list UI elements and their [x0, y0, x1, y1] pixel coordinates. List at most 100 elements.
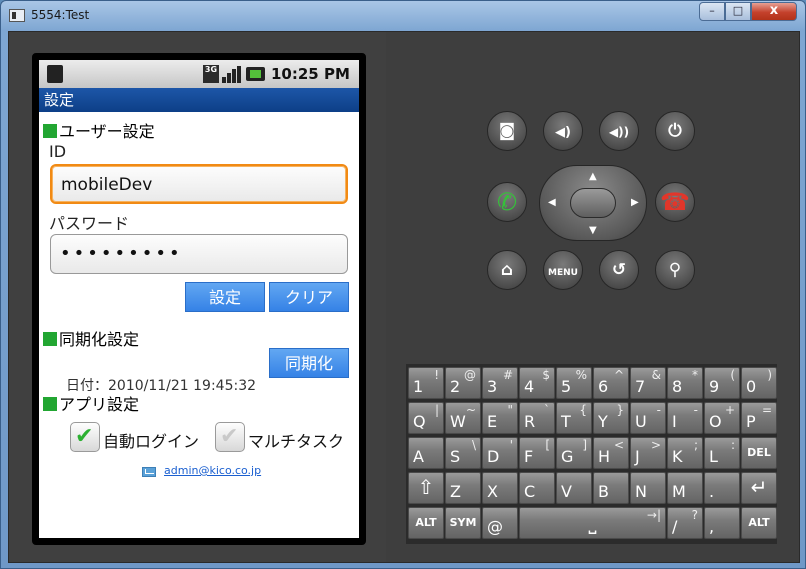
key-3-row2[interactable]: R `: [519, 402, 555, 434]
home-button[interactable]: ⌂: [487, 250, 527, 290]
key-2-row4[interactable]: X: [482, 472, 518, 504]
key-at[interactable]: @: [482, 507, 518, 539]
key-7-row2[interactable]: I-: [667, 402, 703, 434]
key-4-row1[interactable]: 5%: [556, 367, 592, 399]
key-8-row1[interactable]: 9(: [704, 367, 740, 399]
id-input[interactable]: mobileDev: [50, 164, 348, 204]
key-7-row4[interactable]: M: [667, 472, 703, 504]
key-4-row2[interactable]: T{: [556, 402, 592, 434]
key-8-row4[interactable]: .: [704, 472, 740, 504]
emulator-body: 3G 10:25 PM 設定 ユーザー設定 ID mobileDev パスワード: [8, 31, 800, 563]
key-4-row3[interactable]: G]: [556, 437, 592, 469]
status-time: 10:25 PM: [271, 65, 350, 83]
key-0-row2[interactable]: Q |: [408, 402, 444, 434]
volume-down-button[interactable]: ◀): [543, 111, 583, 151]
key-5-row2[interactable]: Y}: [593, 402, 629, 434]
key-9-row1[interactable]: 0): [741, 367, 777, 399]
dpad-up-icon[interactable]: ▲: [589, 171, 597, 182]
key-6-row2[interactable]: U-: [630, 402, 666, 434]
key-9-row4[interactable]: ↵: [741, 472, 777, 504]
green-square-icon: [43, 332, 57, 346]
key-comma[interactable]: ,: [704, 507, 740, 539]
app-settings-heading: アプリ設定: [43, 391, 139, 415]
dpad-center-button[interactable]: [570, 188, 616, 218]
device-screen: 3G 10:25 PM 設定 ユーザー設定 ID mobileDev パスワード: [39, 60, 359, 538]
multitask-checkbox[interactable]: ✔: [215, 422, 245, 452]
key-1-row1[interactable]: 2 @: [445, 367, 481, 399]
key-3-row1[interactable]: 4 $: [519, 367, 555, 399]
key-2-row2[interactable]: E ": [482, 402, 518, 434]
key-2-row3[interactable]: D ': [482, 437, 518, 469]
key-5-row4[interactable]: B: [593, 472, 629, 504]
volume-down-icon: ◀): [555, 125, 571, 140]
key-7-row1[interactable]: 8 *: [667, 367, 703, 399]
green-square-icon: [43, 124, 57, 138]
id-label: ID: [49, 142, 67, 161]
key-alt-left[interactable]: ALT: [408, 507, 444, 539]
dpad-down-icon[interactable]: ▼: [589, 225, 597, 236]
search-button[interactable]: ⚲: [655, 250, 695, 290]
key-4-row4[interactable]: V: [556, 472, 592, 504]
network-3g-icon: 3G: [203, 65, 219, 83]
dpad-left-icon[interactable]: ◀: [548, 197, 556, 208]
key-9-row2[interactable]: P =: [741, 402, 777, 434]
key-3-row4[interactable]: C: [519, 472, 555, 504]
key-alt-right[interactable]: ALT: [741, 507, 777, 539]
multitask-label[interactable]: マルチタスク: [248, 428, 344, 452]
checkmark-icon: ✔: [220, 424, 239, 449]
camera-button[interactable]: ◙: [487, 111, 527, 151]
email-link[interactable]: admin@kico.co.jp: [164, 464, 261, 477]
key-0-row3[interactable]: A: [408, 437, 444, 469]
key-6-row1[interactable]: 7 &: [630, 367, 666, 399]
title-bar[interactable]: 5554:Test – □ x: [1, 1, 805, 31]
sync-button[interactable]: 同期化: [269, 348, 349, 378]
call-button[interactable]: ✆: [487, 182, 527, 222]
close-button[interactable]: x: [751, 2, 797, 21]
user-settings-heading: ユーザー設定: [43, 118, 155, 142]
dpad[interactable]: ▲ ▼ ◀ ▶: [539, 165, 647, 241]
end-call-icon: ☎: [660, 188, 690, 216]
auto-login-checkbox[interactable]: ✔: [70, 422, 100, 452]
password-input[interactable]: •••••••••: [50, 234, 348, 274]
set-button[interactable]: 設定: [185, 282, 265, 312]
key-8-row3[interactable]: L:: [704, 437, 740, 469]
key-6-row4[interactable]: N: [630, 472, 666, 504]
auto-login-label[interactable]: 自動ログイン: [103, 428, 199, 452]
dpad-right-icon[interactable]: ▶: [631, 197, 639, 208]
key-6-row3[interactable]: J >: [630, 437, 666, 469]
key-sym[interactable]: SYM: [445, 507, 481, 539]
clear-button[interactable]: クリア: [269, 282, 349, 312]
volume-up-icon: ◀)): [608, 125, 630, 139]
end-call-button[interactable]: ☎: [655, 182, 695, 222]
key-5-row3[interactable]: H <: [593, 437, 629, 469]
checkmark-icon: ✔: [75, 424, 94, 449]
key-3-row3[interactable]: F[: [519, 437, 555, 469]
call-icon: ✆: [496, 188, 518, 216]
power-button[interactable]: ⏻: [655, 111, 695, 151]
emulator-window: 5554:Test – □ x 3G 10:25 PM 設定 ユーザー設定 ID…: [0, 0, 806, 569]
key-9-row3[interactable]: DEL: [741, 437, 777, 469]
controls-panel: ◙ ◀) ◀)) ⏻ ✆ ▲ ▼ ◀ ▶ ☎ ⌂ MENU ↺ ⚲ 1! 2 @3 #…: [386, 32, 799, 562]
key-slash[interactable]: /?: [667, 507, 703, 539]
key-8-row2[interactable]: O +: [704, 402, 740, 434]
minimize-button[interactable]: –: [699, 2, 725, 21]
key-5-row1[interactable]: 6 ^: [593, 367, 629, 399]
green-square-icon: [43, 397, 57, 411]
volume-up-button[interactable]: ◀)): [599, 111, 639, 151]
password-label: パスワード: [49, 214, 130, 233]
key-1-row2[interactable]: W ~: [445, 402, 481, 434]
key-0-row4[interactable]: ⇧: [408, 472, 444, 504]
key-0-row1[interactable]: 1!: [408, 367, 444, 399]
key-space[interactable]: ⎵ →|: [519, 507, 666, 539]
email-icon: [142, 467, 156, 477]
menu-button[interactable]: MENU: [543, 250, 583, 290]
key-1-row4[interactable]: Z: [445, 472, 481, 504]
maximize-button[interactable]: □: [725, 2, 751, 21]
key-1-row3[interactable]: S \: [445, 437, 481, 469]
back-button[interactable]: ↺: [599, 250, 639, 290]
key-2-row1[interactable]: 3 #: [482, 367, 518, 399]
window-title: 5554:Test: [31, 8, 90, 22]
hardware-keyboard: 1! 2 @3 #4 $5% 6 ^ 7 & 8 * 9(0) Q | W ~ E " R ` T{Y} U - I - O + P =…: [406, 364, 777, 544]
power-icon: ⏻: [668, 121, 682, 141]
key-7-row3[interactable]: K;: [667, 437, 703, 469]
